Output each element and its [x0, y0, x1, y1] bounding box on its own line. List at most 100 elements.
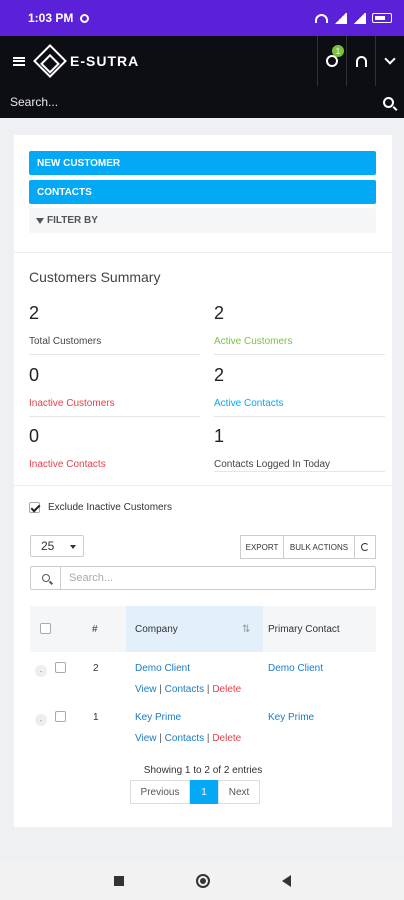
stat-label: Contacts Logged In Today — [214, 459, 331, 470]
expand-row-icon[interactable]: · — [35, 665, 47, 677]
settings-icon — [80, 13, 90, 23]
status-time: 1:03 PM — [28, 11, 74, 25]
stat-value: 1 — [214, 426, 225, 446]
wifi-icon — [315, 13, 328, 23]
battery-icon — [372, 13, 392, 23]
stat-value: 0 — [29, 426, 40, 446]
view-link[interactable]: View — [135, 684, 157, 695]
exclude-inactive-row[interactable]: Exclude Inactive Customers — [29, 502, 172, 513]
app-header: E-SUTRA 1 — [0, 36, 404, 86]
bell-icon — [355, 55, 367, 67]
previous-page-button[interactable]: Previous — [130, 780, 190, 804]
hamburger-icon — [13, 56, 25, 66]
filter-icon — [36, 217, 44, 224]
header-company: Company — [135, 624, 178, 635]
view-link[interactable]: View — [135, 733, 157, 744]
stat-contacts-logged-in-today: 1 Contacts Logged In Today — [214, 426, 330, 470]
caret-down-icon — [70, 545, 76, 549]
row-primary-contact-link[interactable]: Key Prime — [268, 712, 314, 723]
filter-by-label: FILTER BY — [47, 215, 98, 226]
divider — [214, 471, 385, 472]
stat-label: Inactive Contacts — [29, 459, 106, 470]
contacts-link[interactable]: Contacts — [165, 733, 204, 744]
stat-label: Active Customers — [214, 336, 293, 347]
page-size-select[interactable]: 25 — [30, 535, 84, 557]
table-search-icon-box — [31, 567, 61, 589]
divider — [14, 252, 392, 253]
status-icons — [315, 12, 392, 24]
row-company-link[interactable]: Demo Client — [135, 663, 190, 674]
select-all-checkbox[interactable] — [40, 623, 51, 634]
table-search-input[interactable] — [61, 567, 375, 589]
refresh-icon — [361, 543, 369, 551]
stat-value: 2 — [214, 303, 225, 323]
header-company-cell[interactable]: Company ⇅ — [126, 606, 263, 652]
contacts-button[interactable]: CONTACTS — [29, 180, 376, 204]
next-page-button[interactable]: Next — [218, 780, 260, 804]
signal-icon — [334, 12, 347, 24]
row-checkbox[interactable] — [55, 711, 66, 722]
new-customer-button[interactable]: NEW CUSTOMER — [29, 151, 376, 175]
expand-row-icon[interactable]: · — [35, 714, 47, 726]
table-info: Showing 1 to 2 of 2 entries — [143, 765, 263, 776]
search-icon — [41, 574, 50, 582]
pagination: Previous 1 Next — [130, 780, 260, 804]
stat-active-customers[interactable]: 2 Active Customers — [214, 303, 292, 347]
global-search-input[interactable] — [10, 95, 383, 109]
row-number: 1 — [93, 712, 99, 723]
home-button[interactable] — [195, 874, 210, 888]
chevron-down-icon — [384, 53, 396, 65]
stat-label: Inactive Customers — [29, 398, 115, 409]
exclude-inactive-label: Exclude Inactive Customers — [48, 502, 172, 513]
row-primary-contact-link[interactable]: Demo Client — [268, 663, 323, 674]
stat-value: 2 — [29, 303, 40, 323]
table-header: # Company ⇅ Primary Contact — [30, 606, 376, 652]
bulk-actions-button[interactable]: BULK ACTIONS — [284, 535, 355, 559]
system-nav-bar — [0, 862, 404, 900]
brand-logo[interactable]: E-SUTRA — [33, 44, 140, 78]
delete-link[interactable]: Delete — [212, 733, 241, 744]
stat-inactive-contacts[interactable]: 0 Inactive Contacts — [29, 426, 106, 470]
header-number[interactable]: # — [92, 624, 98, 635]
status-bar: 1:03 PM — [0, 0, 404, 36]
page-size-value: 25 — [41, 539, 55, 553]
header-primary-contact[interactable]: Primary Contact — [268, 624, 340, 635]
recents-button[interactable] — [113, 876, 124, 886]
stat-label: Active Contacts — [214, 398, 284, 409]
customers-panel: NEW CUSTOMER CONTACTS FILTER BY Customer… — [14, 135, 392, 827]
timer-button[interactable]: 1 — [317, 36, 346, 86]
stat-total-customers: 2 Total Customers — [29, 303, 101, 347]
brand-name: E-SUTRA — [70, 53, 140, 69]
table-search — [30, 566, 376, 590]
stat-inactive-customers[interactable]: 0 Inactive Customers — [29, 365, 115, 409]
timer-badge: 1 — [332, 45, 344, 57]
signal-icon-2 — [353, 12, 366, 24]
stat-active-contacts[interactable]: 2 Active Contacts — [214, 365, 283, 409]
divider — [214, 354, 385, 355]
stat-label: Total Customers — [29, 336, 102, 347]
search-icon[interactable] — [383, 96, 394, 108]
filter-by-button[interactable]: FILTER BY — [29, 208, 376, 233]
sort-icon: ⇅ — [242, 624, 251, 635]
delete-link[interactable]: Delete — [212, 684, 241, 695]
row-actions: View | Contacts | Delete — [135, 733, 242, 744]
summary-title: Customers Summary — [29, 269, 161, 285]
divider — [29, 354, 200, 355]
refresh-button[interactable] — [355, 535, 376, 559]
row-checkbox[interactable] — [55, 662, 66, 673]
divider — [214, 416, 385, 417]
row-actions: View | Contacts | Delete — [135, 684, 242, 695]
divider — [29, 416, 200, 417]
exclude-inactive-checkbox[interactable] — [29, 502, 40, 513]
divider — [14, 485, 392, 486]
table-tools: EXPORT BULK ACTIONS — [240, 535, 376, 559]
global-search — [0, 86, 404, 118]
notifications-button[interactable] — [346, 36, 375, 86]
export-button[interactable]: EXPORT — [240, 535, 284, 559]
contacts-link[interactable]: Contacts — [165, 684, 204, 695]
row-company-link[interactable]: Key Prime — [135, 712, 181, 723]
profile-dropdown[interactable] — [375, 36, 404, 86]
back-button[interactable] — [281, 875, 291, 887]
stat-value: 0 — [29, 365, 40, 385]
page-1-button[interactable]: 1 — [190, 780, 218, 804]
